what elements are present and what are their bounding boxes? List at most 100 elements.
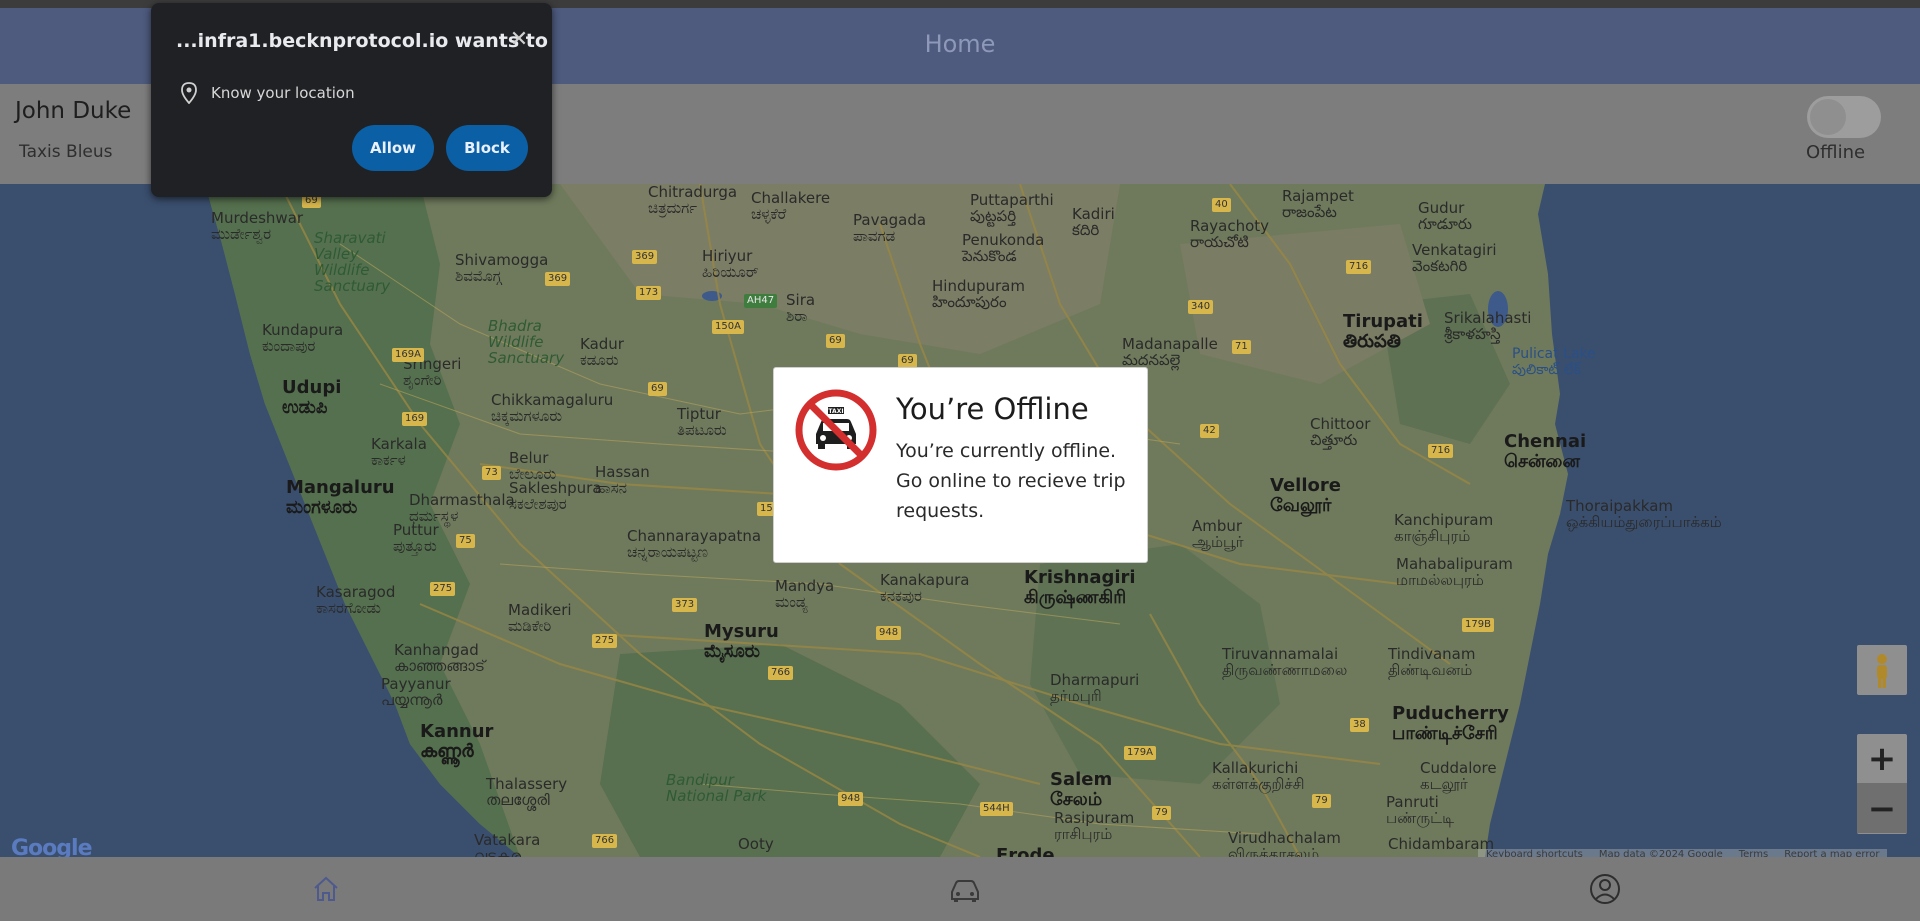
street-view-pegman[interactable] <box>1857 645 1907 695</box>
map-label-tiruvannamalai: Tiruvannamalai திருவண்ணாமலை <box>1222 645 1348 679</box>
nav-home-button[interactable] <box>301 865 351 913</box>
map-label-dharmasthala: Dharmasthala ಧರ್ಮಸ್ಥಳ <box>409 491 515 525</box>
map-label-kanakapura: Kanakapura ಕನಕಪುರ <box>880 571 970 605</box>
bottom-navigation <box>0 857 1920 921</box>
map-label-tindivanam: Tindivanam திண்டிவனம் <box>1388 645 1476 679</box>
map-label-virudhachalam: Virudhachalam விருத்தாசலம் <box>1228 829 1341 857</box>
map-label-puttur: Puttur ಪುತ್ತೂರು <box>393 521 439 555</box>
map-label-vatakara: Vatakara വടകര <box>474 831 541 857</box>
zoom-in-button[interactable]: + <box>1857 734 1907 784</box>
route-shield: 716 <box>1346 260 1372 274</box>
map-label-karkala: Karkala ಕಾರ್ಕಳ <box>371 435 427 469</box>
map-label-kannur: Kannur കണ്ണൂർ <box>420 721 494 762</box>
route-shield: 73 <box>482 466 501 480</box>
offline-title: You’re Offline <box>896 392 1089 426</box>
permission-text: Know your location <box>211 84 355 102</box>
map-label-salem: Salem சேலம் <box>1050 769 1113 810</box>
route-shield: 169 <box>402 412 428 426</box>
map-label-sakleshpura: Sakleshpura ಸಕಲೇಶಪುರ <box>509 479 602 513</box>
home-icon <box>314 876 338 901</box>
map-label-sharavati: Sharavati Valley Wildlife Sanctuary <box>314 229 391 295</box>
route-shield: 169A <box>392 348 424 362</box>
toggle-knob <box>1810 99 1846 135</box>
route-shield: 79 <box>1152 806 1171 820</box>
no-taxi-icon: TAXI <box>795 389 877 471</box>
driver-company: Taxis Bleus <box>19 142 113 162</box>
zoom-out-button[interactable]: − <box>1857 784 1907 834</box>
map-label-bandipur: Bandipur National Park <box>666 771 767 805</box>
close-icon[interactable]: ✕ <box>504 25 534 55</box>
map-label-mandya: Mandya ಮಂಡ್ಯ <box>775 577 835 611</box>
map-label-erode: Erode <box>996 845 1055 858</box>
permission-title: ...infra1.becknprotocol.io wants to <box>176 30 548 52</box>
route-shield: 369 <box>545 272 571 286</box>
route-shield: 544H <box>980 802 1013 816</box>
map-label-kasaragod: Kasaragod ಕಾಸರಗೋಡು <box>316 583 396 617</box>
route-shield: 42 <box>1200 424 1219 438</box>
map-label-kallakurichi: Kallakurichi கள்ளக்குறிச்சி <box>1212 759 1305 793</box>
map-label-mangaluru: Mangaluru ಮಂಗಳೂರು <box>286 477 395 518</box>
route-shield: 179A <box>1124 746 1156 760</box>
map-label-pulicat: Pulicat Lake పులికాట్ లేక్ <box>1512 346 1596 378</box>
block-button[interactable]: Block <box>446 125 528 171</box>
map-label-puttaparthi: Puttaparthi పుట్టపర్తి <box>970 191 1054 225</box>
map-label-hiriyur: Hiriyur ಹಿರಿಯೂರ್ <box>702 247 759 281</box>
map-label-pavagada: Pavagada ಪಾವಗಡ <box>853 211 927 245</box>
map-label-challakere: Challakere ಚಳ್ಳಕೆರೆ <box>751 189 831 223</box>
location-permission-popup: ...infra1.becknprotocol.io wants to ✕ Kn… <box>151 3 552 197</box>
map-label-kanchipuram: Kanchipuram காஞ்சிபுரம் <box>1394 511 1494 545</box>
route-shield: 69 <box>898 354 917 368</box>
route-shield: 948 <box>838 792 864 806</box>
pegman-icon <box>1877 654 1887 688</box>
route-shield: 766 <box>768 666 794 680</box>
map-label-rasipuram: Rasipuram ராசிபுரம் <box>1054 809 1135 843</box>
map-label-mysuru: Mysuru ಮೈಸೂರು <box>704 621 779 662</box>
location-pin-icon <box>181 82 197 104</box>
map-label-srikalahasti: Srikalahasti శ్రీకాళహస్తి <box>1444 309 1532 343</box>
nav-trips-button[interactable] <box>940 865 990 913</box>
map-label-kadiri: Kadiri కదిరి <box>1072 205 1115 239</box>
route-shield: 69 <box>826 334 845 348</box>
allow-button[interactable]: Allow <box>352 125 434 171</box>
map-label-madikeri: Madikeri ಮಡಿಕೇರಿ <box>508 601 572 635</box>
online-toggle[interactable] <box>1807 96 1881 138</box>
map-label-chitradurga: Chitradurga ಚಿತ್ರದುರ್ಗ <box>648 184 738 217</box>
svg-text:TAXI: TAXI <box>828 408 843 415</box>
map-label-payyanur: Payyanur പയ്യന്നൂർ <box>381 675 451 709</box>
map-label-mahabalipuram: Mahabalipuram மாமல்லபுரம் <box>1396 555 1513 589</box>
map-label-krishnagiri: Krishnagiri கிருஷ்ணகிரி <box>1024 567 1136 608</box>
route-shield: 69 <box>648 382 667 396</box>
map-label-channarayapatna: Channarayapatna ಚನ್ನರಾಯಪಟ್ಟಣ <box>627 527 762 561</box>
map-label-rajampet: Rajampet రాజంపేట <box>1282 187 1354 221</box>
map-label-ambur: Ambur ஆம்பூர் <box>1192 517 1244 551</box>
map-label-chittoor: Chittoor చిత్తూరు <box>1310 415 1371 449</box>
map-label-tiptur: Tiptur ತಿಪಟೂರು <box>677 405 727 439</box>
map-label-sira: Sira ಶಿರಾ <box>786 291 816 325</box>
map-label-cuddalore: Cuddalore கடலூர் <box>1420 759 1497 793</box>
route-shield: 173 <box>636 286 662 300</box>
car-icon <box>951 880 979 902</box>
nav-profile-button[interactable] <box>1580 865 1630 913</box>
route-shield: 373 <box>672 598 698 612</box>
map-label-rayachoty: Rayachoty రాయచోటి <box>1190 217 1270 251</box>
offline-message: You’re currently offline. Go online to r… <box>896 440 1126 522</box>
map-label-belur: Belur ಬೇಲೂರು <box>509 449 557 483</box>
map-label-hindupuram: Hindupuram హిందూపురం <box>932 277 1025 311</box>
route-shield: 75 <box>456 534 475 548</box>
route-shield: 340 <box>1188 300 1214 314</box>
map-label-thoraipakkam: Thoraipakkam ஒக்கியம்துரைப்பாக்கம் <box>1566 497 1722 531</box>
map-label-hassan: Hassan ಹಾಸನ <box>595 463 650 497</box>
map-label-gudur: Gudur గూడూరు <box>1418 199 1472 233</box>
map-label-murdeshwar: Murdeshwar ಮುರ್ಡೇಶ್ವರ <box>211 209 304 243</box>
map-label-vellore: Vellore வேலூர் <box>1270 475 1341 516</box>
route-shield: 150A <box>712 320 744 334</box>
route-shield: 40 <box>1212 198 1231 212</box>
map-label-venkatagiri: Venkatagiri వెంకటగిరి <box>1412 241 1497 275</box>
route-shield: 275 <box>430 582 456 596</box>
map-label-chennai: Chennai சென்னை <box>1504 431 1587 472</box>
map-label-ooty: Ooty <box>738 835 774 853</box>
map-label-penukonda: Penukonda పెనుకొండ <box>962 231 1045 265</box>
map-label-shivamogga: Shivamogga ಶಿವಮೊಗ್ಗ <box>455 251 549 285</box>
route-shield: 179B <box>1462 618 1494 632</box>
map-label-chikkamagaluru: Chikkamagaluru ಚಿಕ್ಕಮಗಳೂರು <box>491 391 614 425</box>
